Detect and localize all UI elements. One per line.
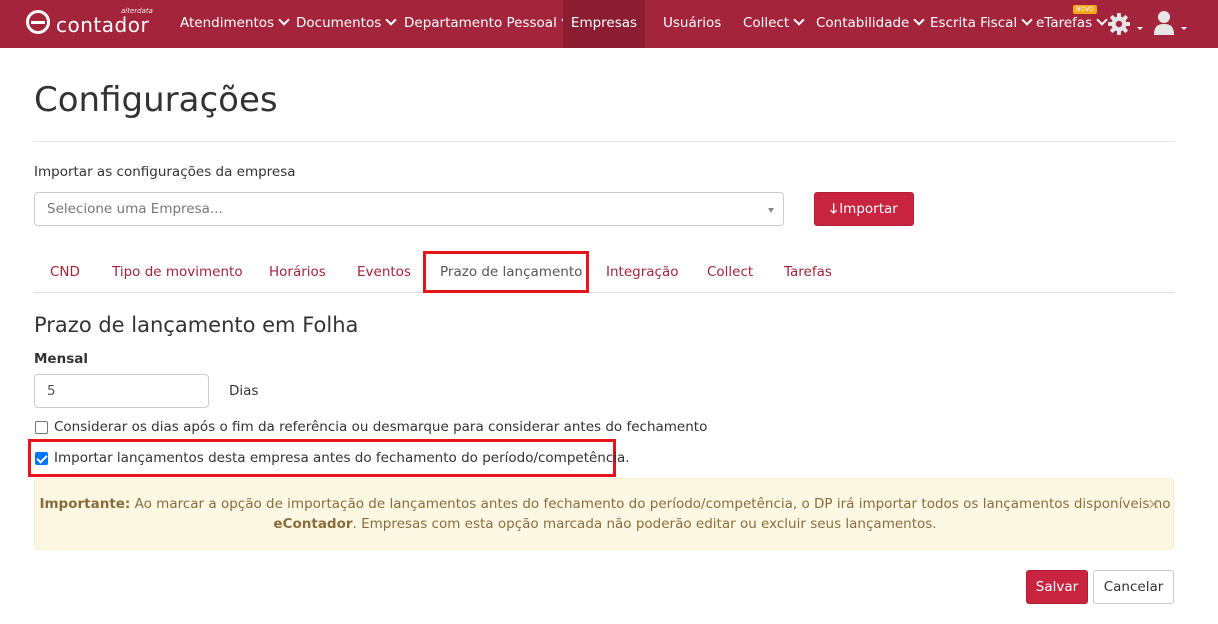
dropdown-arrow-icon bbox=[768, 208, 774, 213]
chevron-down-icon bbox=[278, 14, 290, 26]
page-title: Configurações bbox=[34, 80, 278, 120]
save-button[interactable]: Salvar bbox=[1026, 570, 1088, 604]
nav-label: eTarefas bbox=[1036, 15, 1093, 31]
alert-line-1: Importante: Ao marcar a opção de importa… bbox=[35, 496, 1175, 512]
nav-atendimentos[interactable]: Atendimentos bbox=[180, 0, 290, 48]
alert-strong: Importante: bbox=[39, 496, 131, 512]
nav-label: Departamento Pessoal bbox=[404, 15, 557, 31]
nav-documentos[interactable]: Documentos bbox=[296, 0, 397, 48]
nav-collect[interactable]: Collect bbox=[743, 0, 805, 48]
brand-name: contador bbox=[56, 13, 150, 37]
nav-label: Escrita Fiscal bbox=[930, 15, 1018, 31]
nav-label: Usuários bbox=[663, 15, 722, 31]
tab-integracao[interactable]: Integração bbox=[606, 264, 678, 280]
import-button[interactable]: 🡓 Importar bbox=[814, 192, 914, 226]
warning-alert: Importante: Ao marcar a opção de importa… bbox=[34, 478, 1174, 550]
tab-tarefas[interactable]: Tarefas bbox=[784, 264, 832, 280]
company-select[interactable]: Selecione uma Empresa... bbox=[34, 192, 784, 226]
tab-prazo-de-lancamento[interactable]: Prazo de lançamento bbox=[423, 251, 589, 293]
caret-down-icon bbox=[1181, 27, 1187, 30]
chevron-down-icon bbox=[913, 14, 926, 26]
nav-label: Atendimentos bbox=[180, 15, 275, 31]
nav-usuarios[interactable]: Usuários bbox=[663, 0, 721, 48]
mensal-label: Mensal bbox=[34, 351, 88, 367]
checkbox-label: Importar lançamentos desta empresa antes… bbox=[54, 450, 630, 466]
nav-label: Empresas bbox=[570, 15, 638, 31]
import-label: Importar as configurações da empresa bbox=[34, 164, 296, 180]
top-navbar: alterdata contador Atendimentos Document… bbox=[0, 0, 1218, 48]
cancel-button[interactable]: Cancelar bbox=[1093, 570, 1174, 604]
tabs-divider bbox=[34, 292, 1174, 293]
tab-tipo-de-movimento[interactable]: Tipo de movimento bbox=[112, 264, 243, 280]
importar-lancamentos-checkbox[interactable] bbox=[35, 452, 48, 465]
caret-down-icon bbox=[1137, 27, 1143, 30]
divider bbox=[34, 141, 1174, 142]
company-select-placeholder: Selecione uma Empresa... bbox=[47, 201, 223, 217]
alert-strong: eContador bbox=[273, 516, 353, 532]
nav-label: Collect bbox=[743, 15, 790, 31]
nav-label: Documentos bbox=[296, 15, 382, 31]
alert-text: Ao marcar a opção de importação de lança… bbox=[130, 496, 1171, 512]
nav-departamento-pessoal[interactable]: Departamento Pessoal bbox=[404, 0, 573, 48]
tab-eventos[interactable]: Eventos bbox=[357, 264, 411, 280]
alert-line-2: eContador. Empresas com esta opção marca… bbox=[35, 516, 1175, 532]
nav-empresas[interactable]: Empresas bbox=[563, 0, 645, 48]
dias-input[interactable]: 5 bbox=[34, 374, 209, 408]
tab-collect[interactable]: Collect bbox=[707, 264, 753, 280]
section-title: Prazo de lançamento em Folha bbox=[34, 313, 359, 337]
chevron-down-icon bbox=[385, 14, 397, 26]
novo-badge: NOVO bbox=[1073, 5, 1097, 14]
nav-label: Contabilidade bbox=[816, 15, 910, 31]
alert-text: . Empresas com esta opção marcada não po… bbox=[352, 516, 937, 532]
chevron-down-icon bbox=[793, 14, 805, 26]
close-icon[interactable]: × bbox=[1147, 494, 1160, 513]
tab-label: Prazo de lançamento bbox=[440, 264, 583, 280]
arrow-down-icon: 🡓 bbox=[830, 201, 838, 217]
import-button-label: Importar bbox=[839, 201, 898, 217]
checkbox-label: Considerar os dias após o fim da referên… bbox=[54, 419, 708, 435]
considerar-dias-checkbox[interactable] bbox=[35, 421, 48, 434]
gear-icon[interactable] bbox=[1107, 12, 1131, 36]
nav-contabilidade[interactable]: Contabilidade bbox=[816, 0, 926, 48]
tab-horarios[interactable]: Horários bbox=[269, 264, 326, 280]
dias-label: Dias bbox=[229, 383, 259, 399]
user-icon[interactable] bbox=[1153, 10, 1175, 36]
e-logo-icon bbox=[26, 10, 50, 34]
nav-escrita-fiscal[interactable]: Escrita Fiscal bbox=[930, 0, 1033, 48]
tab-cnd[interactable]: CND bbox=[50, 264, 80, 280]
chevron-down-icon bbox=[1021, 14, 1033, 26]
